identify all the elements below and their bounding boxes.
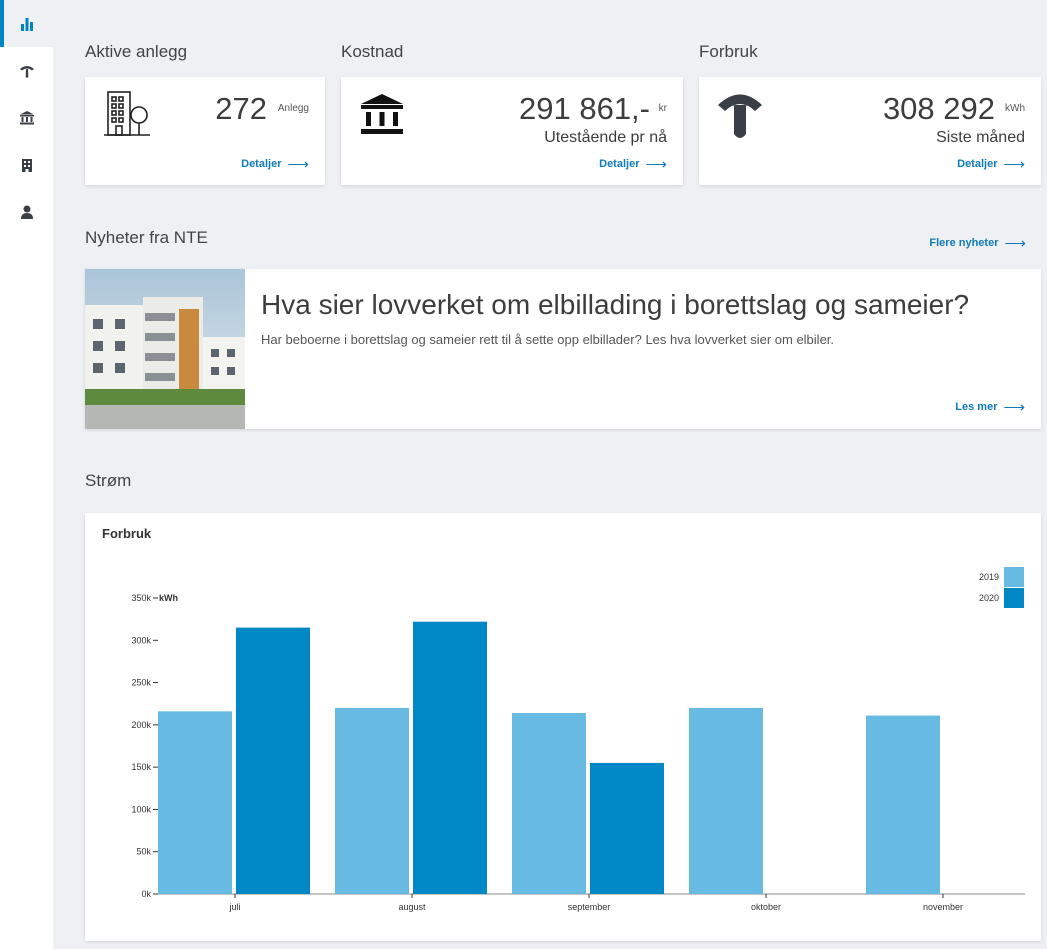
bank-icon: [361, 94, 403, 134]
y-tick-label: 350k: [131, 593, 151, 603]
card-title-kostnad: Kostnad: [341, 42, 404, 61]
x-tick-label: juli: [228, 902, 240, 912]
news-section-title: Nyheter fra NTE: [85, 228, 208, 247]
arrow-right-icon: ⟶: [1003, 399, 1025, 416]
kostnad-details-link[interactable]: Detaljer ⟶: [599, 155, 667, 173]
y-tick-label: 250k: [131, 678, 151, 688]
x-tick-label: september: [568, 902, 611, 912]
chart-card: Forbruk 0k 50k 100k 150k 200k 250k 300k 350k kWh…: [85, 513, 1041, 941]
bar-2019-november: [866, 715, 940, 894]
gauge-icon: [19, 65, 34, 78]
forbruk-card: 308 292 kWh Siste måned Detaljer ⟶: [699, 77, 1041, 185]
user-icon: [20, 205, 33, 219]
bar-chart-icon: [20, 17, 33, 31]
y-tick-label: 200k: [131, 720, 151, 730]
kostnad-unit: kr: [658, 103, 667, 114]
building-tree-icon: [104, 91, 150, 136]
more-news-link[interactable]: Flere nyheter ⟶: [929, 234, 1026, 252]
card-title-anlegg: Aktive anlegg: [85, 42, 188, 61]
forbruk-details-label: Detaljer: [957, 158, 998, 170]
forbruk-value: 308 292: [882, 91, 995, 126]
news-card[interactable]: Hva sier lovverket om elbillading i bore…: [85, 269, 1041, 429]
read-more-link[interactable]: Les mer ⟶: [955, 398, 1025, 416]
anlegg-details-link[interactable]: Detaljer ⟶: [241, 155, 309, 173]
forbruk-chart: 0k 50k 100k 150k 200k 250k 300k 350k kWh juli augu…: [131, 567, 1025, 912]
legend-label: 2020: [979, 593, 999, 603]
bar-2019-oktober: [689, 707, 763, 894]
sidebar-item-dashboard[interactable]: [0, 0, 53, 47]
card-title-forbruk: Forbruk: [699, 42, 758, 61]
more-news-label: Flere nyheter: [929, 237, 999, 249]
y-tick-label: 50k: [136, 847, 151, 857]
forbruk-sub: Siste måned: [936, 129, 1025, 146]
news-title[interactable]: Hva sier lovverket om elbillading i bore…: [261, 289, 969, 321]
bar-2020-august: [413, 621, 487, 894]
kostnad-value: 291 861,-: [519, 91, 650, 126]
sidebar-item-forbruk[interactable]: [0, 47, 53, 94]
legend-label: 2019: [979, 572, 999, 582]
x-tick-label: august: [398, 902, 426, 912]
news-image: [85, 269, 245, 429]
forbruk-unit: kWh: [1005, 103, 1025, 114]
gauge-icon: [718, 94, 762, 138]
kostnad-details-label: Detaljer: [599, 158, 640, 170]
bar-2019-august: [335, 707, 409, 894]
bank-icon: [19, 110, 34, 124]
bar-2020-september: [590, 762, 664, 894]
y-tick-label: 300k: [131, 635, 151, 645]
legend-swatch: [1004, 588, 1024, 608]
anlegg-details-label: Detaljer: [241, 158, 282, 170]
building-icon: [21, 158, 32, 172]
x-tick-label: november: [923, 902, 963, 912]
kostnad-sub: Utestående pr nå: [544, 129, 667, 146]
y-tick-label: 150k: [131, 762, 151, 772]
x-tick-label: oktober: [751, 902, 781, 912]
y-tick-label: 100k: [131, 804, 151, 814]
arrow-right-icon: ⟶: [287, 156, 309, 173]
bar-2020-juli: [236, 627, 310, 894]
arrow-right-icon: ⟶: [1004, 235, 1026, 252]
sidebar-item-anlegg[interactable]: [0, 141, 53, 188]
anlegg-card: 272 Anlegg Detaljer ⟶: [85, 77, 325, 185]
bar-2019-september: [512, 713, 586, 894]
news-text: Har beboerne i borettslag og sameier ret…: [261, 332, 835, 347]
sidebar-item-profil[interactable]: [0, 188, 53, 235]
y-tick-label: 0k: [141, 889, 151, 899]
anlegg-value: 272: [215, 91, 267, 126]
sidebar: [0, 0, 53, 949]
arrow-right-icon: ⟶: [645, 156, 667, 173]
read-more-label: Les mer: [955, 401, 998, 413]
arrow-right-icon: ⟶: [1003, 156, 1025, 173]
strom-section-title: Strøm: [85, 471, 132, 490]
forbruk-details-link[interactable]: Detaljer ⟶: [957, 155, 1025, 173]
kostnad-card: 291 861,- kr Utestående pr nå Detaljer ⟶: [341, 77, 683, 185]
bar-2019-juli: [158, 711, 232, 894]
sidebar-item-kostnad[interactable]: [0, 94, 53, 141]
legend-swatch: [1004, 567, 1024, 587]
y-axis-label: kWh: [159, 593, 178, 603]
anlegg-unit: Anlegg: [277, 103, 309, 114]
